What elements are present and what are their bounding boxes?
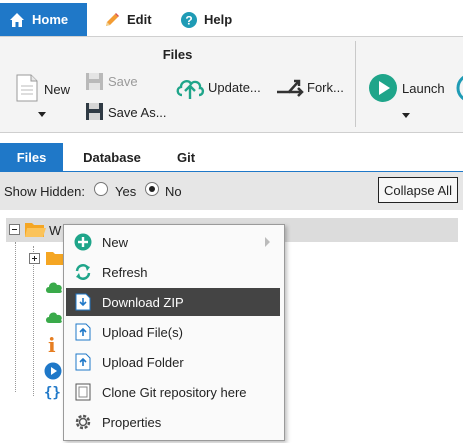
download-zip-icon [73, 292, 93, 312]
tab-edit-label: Edit [127, 12, 152, 27]
show-hidden-label: Show Hidden: [4, 184, 85, 199]
tab-help-label: Help [204, 12, 233, 27]
show-hidden-yes-radio[interactable] [94, 182, 108, 196]
save-as-button[interactable]: Save As... [85, 101, 167, 123]
menu-bar: Home Edit ? Help [0, 0, 463, 37]
tab-git[interactable]: Git [162, 143, 210, 171]
folder-open-icon [24, 221, 46, 241]
gear-icon [73, 412, 93, 432]
folder-icon [45, 250, 65, 269]
upload-file-icon [73, 322, 93, 342]
cloud-upload-icon [175, 75, 205, 104]
git-clone-icon [73, 382, 93, 402]
ribbon-separator [355, 41, 356, 127]
tab-home[interactable]: Home [0, 3, 87, 36]
menu-item-upload-folder[interactable]: Upload Folder [66, 348, 280, 376]
menu-item-clone-git-label: Clone Git repository here [102, 384, 247, 400]
save-button[interactable]: Save [85, 72, 155, 92]
submenu-arrow-icon [265, 237, 270, 247]
tree-root-label: W [49, 223, 62, 238]
play-icon [44, 362, 62, 383]
menu-item-new[interactable]: New [66, 228, 280, 256]
tab-help[interactable]: ? Help [172, 3, 242, 36]
tree-guide-line [15, 242, 17, 392]
collapse-toggle-icon[interactable] [9, 224, 20, 235]
menu-item-upload-files-label: Upload File(s) [102, 324, 183, 340]
show-hidden-no-label[interactable]: No [165, 184, 182, 199]
tab-database[interactable]: Database [70, 143, 154, 171]
files-group-title: Files [162, 47, 193, 62]
menu-item-properties[interactable]: Properties [66, 408, 280, 436]
info-icon: i [48, 333, 56, 357]
play-icon [368, 73, 398, 106]
menu-item-refresh-label: Refresh [102, 264, 148, 280]
menu-item-new-label: New [102, 234, 129, 250]
menu-item-upload-files[interactable]: Upload File(s) [66, 318, 280, 346]
show-hidden-no-radio[interactable] [145, 182, 159, 196]
update-button-label: Update... [208, 80, 261, 95]
fork-button-label: Fork... [307, 80, 344, 95]
tree-guide-line [33, 246, 35, 396]
panel-tabs: Files Database Git [0, 143, 463, 173]
update-button[interactable]: Update... [175, 75, 267, 101]
new-button[interactable]: New [12, 74, 77, 124]
fork-button[interactable]: Fork... [275, 75, 350, 101]
menu-item-download-zip-label: Download ZIP [102, 294, 184, 310]
svg-text:?: ? [185, 13, 192, 27]
fork-icon [275, 77, 305, 102]
home-icon [8, 11, 26, 29]
context-menu: New Refresh Download ZIP Upload File(s) … [63, 224, 285, 441]
menu-item-upload-folder-label: Upload Folder [102, 354, 184, 370]
new-file-icon [16, 74, 38, 105]
expand-toggle-icon[interactable] [29, 253, 40, 264]
plus-circle-icon [73, 232, 93, 252]
chevron-down-icon [38, 112, 46, 117]
options-bar: Show Hidden: Yes No Collapse All [0, 172, 463, 210]
ribbon: Files New Save Save As... Update... Fork… [0, 37, 463, 133]
collapse-all-button[interactable]: Collapse All [378, 177, 458, 203]
refresh-icon [73, 262, 93, 282]
tab-home-label: Home [32, 12, 69, 27]
tab-edit[interactable]: Edit [95, 3, 165, 36]
pencil-icon [103, 11, 121, 29]
menu-item-properties-label: Properties [102, 414, 162, 430]
help-icon: ? [180, 11, 198, 29]
menu-item-refresh[interactable]: Refresh [66, 258, 280, 286]
launch-button[interactable]: Launch [368, 73, 450, 125]
save-as-button-label: Save As... [108, 105, 167, 120]
globe-icon [456, 75, 463, 103]
chevron-down-icon [402, 113, 410, 118]
show-hidden-yes-label[interactable]: Yes [115, 184, 136, 199]
save-as-icon [85, 102, 104, 124]
menu-item-download-zip[interactable]: Download ZIP [66, 288, 280, 316]
menu-item-clone-git[interactable]: Clone Git repository here [66, 378, 280, 406]
new-button-label: New [44, 82, 71, 97]
save-button-label: Save [108, 74, 138, 89]
tab-files[interactable]: Files [0, 143, 63, 171]
launch-button-label: Launch [402, 81, 445, 96]
upload-folder-icon [73, 352, 93, 372]
cloud-icon [45, 310, 63, 327]
cloud-icon [45, 280, 63, 297]
json-file-icon: {} [44, 385, 61, 401]
next-ribbon-button[interactable] [456, 73, 463, 103]
save-icon [85, 72, 104, 94]
